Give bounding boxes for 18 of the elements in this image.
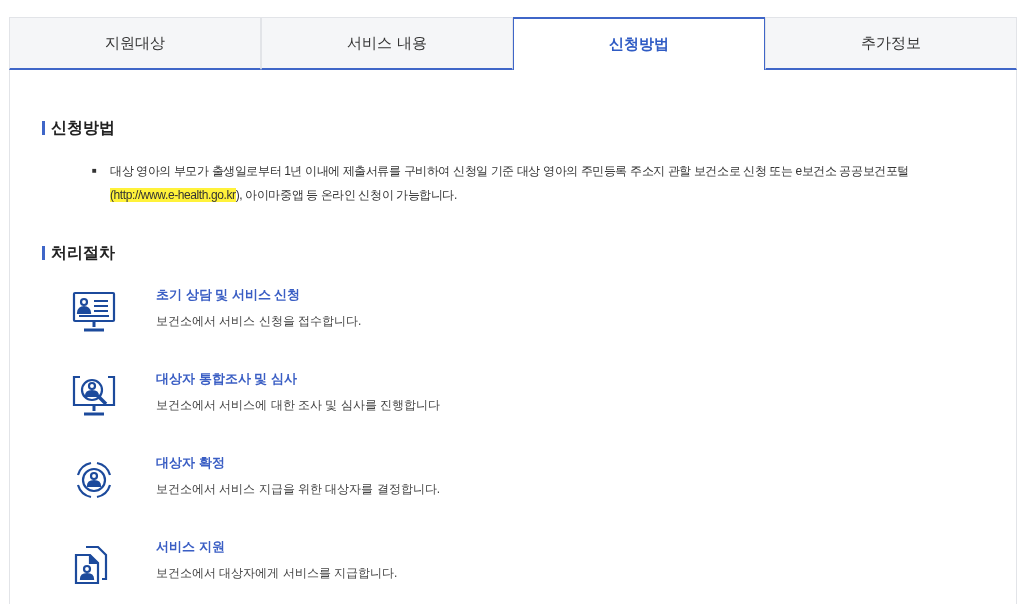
monitor-profile-icon [72, 291, 116, 333]
section-heading: 신청방법 [51, 118, 115, 138]
tab[interactable]: 지원대상 [9, 17, 261, 70]
step-description: 보건소에서 서비스 신청을 접수합니다. [156, 312, 362, 330]
bullet-icon: ■ [92, 159, 110, 207]
tab[interactable]: 추가정보 [765, 17, 1017, 70]
step-title: 서비스 지원 [156, 538, 226, 556]
tab[interactable]: 서비스 내용 [261, 17, 513, 70]
portal-link[interactable]: (http://www.e-health.go.kr [110, 188, 236, 202]
step-description: 보건소에서 서비스에 대한 조사 및 심사를 진행합니다 [156, 396, 440, 414]
step-title: 대상자 확정 [156, 454, 226, 472]
step-title: 대상자 통합조사 및 심사 [156, 370, 298, 388]
section-heading: 처리절차 [51, 243, 115, 263]
monitor-search-icon [72, 375, 116, 417]
step-description: 보건소에서 대상자에게 서비스를 지급합니다. [156, 564, 398, 582]
step-title: 초기 상담 및 서비스 신청 [156, 286, 302, 304]
step-description: 보건소에서 서비스 지급을 위한 대상자를 결정합니다. [156, 480, 440, 498]
tab[interactable]: 신청방법 [513, 17, 765, 70]
